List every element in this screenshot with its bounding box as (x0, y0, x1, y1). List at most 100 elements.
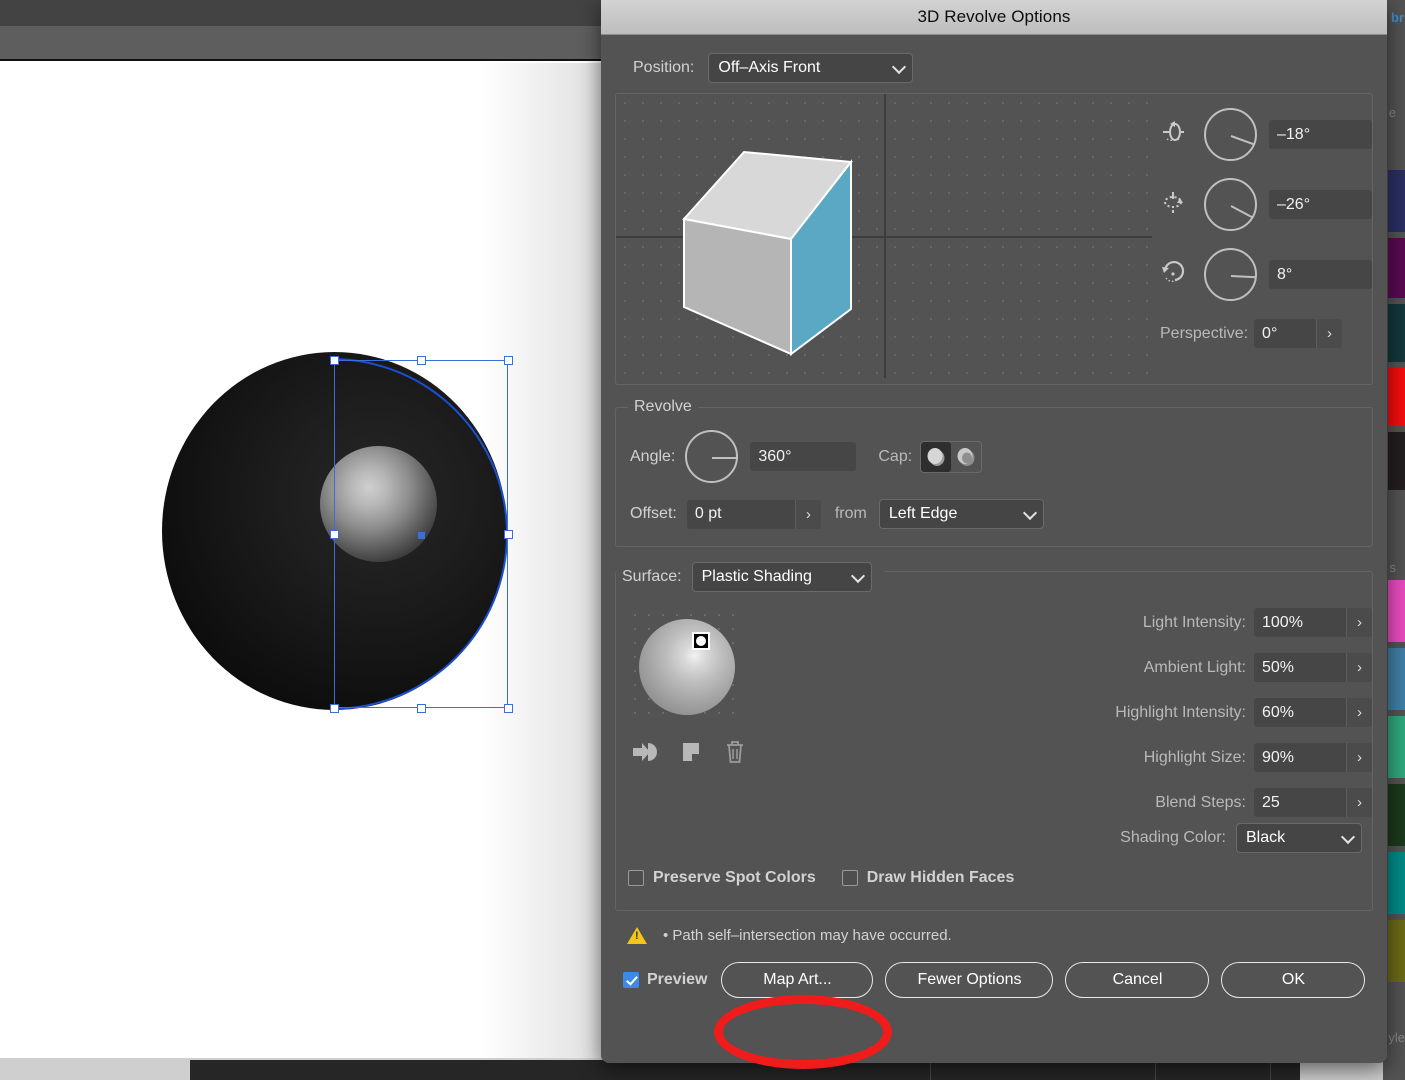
selection-handle[interactable] (504, 530, 513, 539)
rotation-input-1[interactable]: –18° (1269, 120, 1372, 149)
warning-text: • Path self–intersection may have occurr… (663, 927, 952, 944)
cube-svg (682, 150, 853, 356)
surface-field-group[interactable]: 25 › (1254, 788, 1372, 817)
rotation-dial-1[interactable] (1204, 108, 1257, 161)
surface-field-label: Light Intensity: (1142, 613, 1246, 631)
selection-handle[interactable] (330, 530, 339, 539)
position-group: –18° –26° 8° Perspective: 0° › (615, 93, 1373, 385)
perspective-input[interactable]: 0° (1254, 319, 1317, 348)
artwork-revolved-sphere[interactable] (162, 352, 513, 713)
cap-off-icon (957, 447, 975, 466)
surface-field-row: Ambient Light: 50% › (756, 653, 1372, 682)
preview-checkbox[interactable] (623, 972, 639, 988)
color-swatch[interactable] (1388, 648, 1405, 710)
dialog-title: 3D Revolve Options (917, 7, 1071, 26)
cap-on-button[interactable] (921, 441, 952, 472)
light-sphere (639, 619, 735, 715)
surface-field-stepper[interactable]: › (1346, 788, 1372, 817)
surface-field-input[interactable]: 50% (1254, 653, 1346, 682)
panel-label-dim-1[interactable]: e (1389, 105, 1396, 120)
angle-dial[interactable] (685, 430, 739, 483)
surface-select[interactable]: Plastic Shading (691, 562, 872, 592)
preview-label: Preview (647, 971, 708, 988)
selection-handle[interactable] (504, 356, 513, 365)
cap-toggle-group[interactable] (920, 440, 983, 473)
color-swatch[interactable] (1388, 920, 1405, 982)
surface-field-group[interactable]: 100% › (1254, 608, 1372, 637)
light-sphere-preview[interactable] (628, 608, 746, 726)
surface-field-input[interactable]: 25 (1254, 788, 1346, 817)
selection-handle[interactable] (330, 356, 339, 365)
color-swatch[interactable] (1388, 852, 1405, 914)
surface-field-label: Blend Steps: (1155, 793, 1246, 811)
warning-row: • Path self–intersection may have occurr… (615, 927, 1373, 944)
draw-hidden-faces-checkbox[interactable] (841, 870, 858, 886)
panel-label-libraries[interactable]: br (1391, 10, 1404, 25)
color-swatch[interactable] (1388, 304, 1405, 362)
perspective-field-group[interactable]: 0° › (1254, 319, 1343, 348)
offset-from-select[interactable]: Left Edge (878, 499, 1044, 529)
color-swatch[interactable] (1388, 580, 1405, 642)
color-swatch[interactable] (1388, 170, 1405, 232)
color-swatch[interactable] (1388, 368, 1405, 426)
color-swatch[interactable] (1388, 432, 1405, 490)
rotation-dial-2[interactable] (1204, 178, 1257, 231)
map-art-button[interactable]: Map Art... (721, 962, 874, 998)
delete-light-icon[interactable] (724, 740, 746, 764)
selection-anchor-point[interactable] (418, 532, 425, 539)
surface-field-stepper[interactable]: › (1346, 743, 1372, 772)
new-light-icon[interactable] (680, 741, 702, 763)
ok-button[interactable]: OK (1221, 962, 1366, 998)
selection-handle[interactable] (504, 704, 513, 713)
surface-field-stepper[interactable]: › (1346, 698, 1372, 727)
angle-row: Angle: 360° Cap: (616, 430, 1372, 483)
angle-input[interactable]: 360° (750, 442, 857, 471)
surface-field-stepper[interactable]: › (1346, 653, 1372, 682)
swatches-column[interactable] (1388, 0, 1405, 1080)
shading-color-select[interactable]: Black (1236, 823, 1362, 853)
surface-field-input[interactable]: 90% (1254, 743, 1346, 772)
offset-input[interactable]: 0 pt (686, 499, 795, 529)
cube-preview[interactable] (616, 94, 1152, 378)
perspective-row: Perspective: 0° › (1160, 319, 1372, 348)
color-swatch[interactable] (1388, 784, 1405, 846)
light-source-marker[interactable] (692, 632, 710, 650)
cap-off-button[interactable] (951, 442, 981, 472)
rotation-input-2[interactable]: –26° (1269, 190, 1372, 219)
surface-field-input[interactable]: 100% (1254, 608, 1346, 637)
revolve-options-dialog: 3D Revolve Options Position: Off–Axis Fr… (601, 0, 1387, 1063)
cancel-button[interactable]: Cancel (1065, 962, 1210, 998)
revolve-group: Revolve Angle: 360° Cap: Offset: 0 pt › … (615, 398, 1373, 547)
color-swatch[interactable] (1388, 716, 1405, 778)
surface-field-row: Highlight Intensity: 60% › (756, 698, 1372, 727)
position-select[interactable]: Off–Axis Front (708, 53, 914, 83)
surface-field-stepper[interactable]: › (1346, 608, 1372, 637)
surface-field-group[interactable]: 90% › (1254, 743, 1372, 772)
surface-field-input[interactable]: 60% (1254, 698, 1346, 727)
color-swatch[interactable] (1388, 238, 1405, 298)
offset-field-group[interactable]: 0 pt › (686, 499, 821, 529)
dialog-footer: Preview Map Art... Fewer Options Cancel … (615, 962, 1373, 998)
position-row: Position: Off–Axis Front (615, 53, 1373, 83)
rotation-dial-3[interactable] (1204, 248, 1257, 301)
selection-handle[interactable] (417, 704, 426, 713)
perspective-stepper[interactable]: › (1316, 319, 1343, 348)
perspective-label: Perspective: (1160, 324, 1249, 342)
preserve-spot-colors-checkbox[interactable] (628, 870, 644, 886)
selection-handle[interactable] (330, 704, 339, 713)
offset-stepper[interactable]: › (794, 499, 821, 529)
surface-field-label: Highlight Intensity: (1115, 703, 1246, 721)
move-light-icon[interactable] (632, 741, 658, 763)
surface-field-group[interactable]: 50% › (1254, 653, 1372, 682)
preserve-spot-colors-label: Preserve Spot Colors (653, 869, 816, 886)
selection-handle[interactable] (417, 356, 426, 365)
surface-field-group[interactable]: 60% › (1254, 698, 1372, 727)
surface-field-row: Light Intensity: 100% › (756, 608, 1372, 637)
fewer-options-button[interactable]: Fewer Options (885, 962, 1054, 998)
offset-from-value: Left Edge (888, 505, 958, 522)
dialog-title-bar[interactable]: 3D Revolve Options (601, 0, 1387, 35)
panel-label-dim-2[interactable]: s (1390, 560, 1397, 575)
chevron-down-icon (892, 59, 907, 75)
rotation-input-3[interactable]: 8° (1269, 260, 1372, 289)
panel-label-styles[interactable]: yle (1388, 1030, 1405, 1045)
